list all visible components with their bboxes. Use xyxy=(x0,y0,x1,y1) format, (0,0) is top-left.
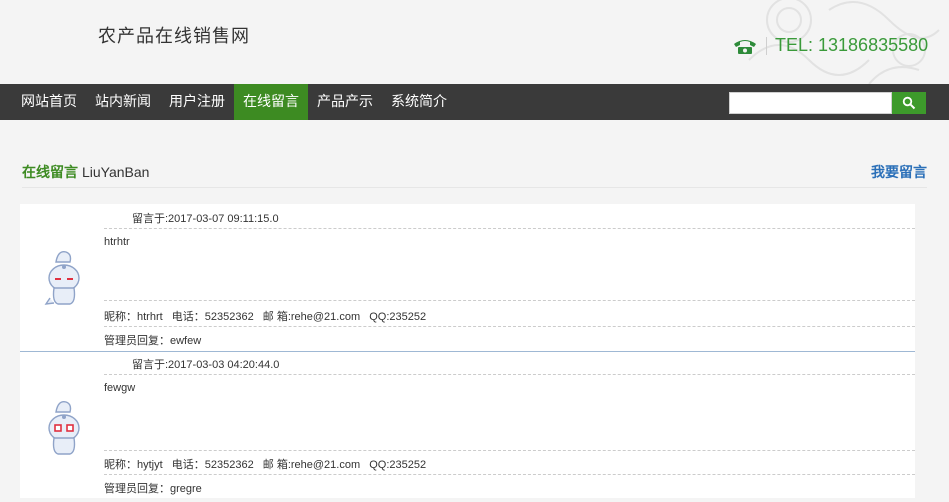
phone: 电话：52352362 xyxy=(171,459,254,471)
message-contact-info: 昵称：htrhrt 电话：52352362 邮 箱:rehe@21.com QQ… xyxy=(104,308,915,324)
admin-reply: 管理员回复：ewfew xyxy=(104,335,202,347)
qq: QQ:235252 xyxy=(369,459,427,471)
phone-divider xyxy=(766,36,767,55)
avatar xyxy=(48,401,80,455)
tel-number: TEL: 13186835580 xyxy=(775,35,929,55)
site-title: 农产品在线销售网 xyxy=(98,26,250,47)
message-content: fewgw xyxy=(104,382,136,394)
nav-items: 网站首页 站内新闻 用户注册 在线留言 产品产示 系统简介 xyxy=(12,84,456,120)
section-title-cn: 在线留言 xyxy=(22,165,78,181)
divider xyxy=(104,228,915,229)
section-header: 在线留言 LiuYanBan 我要留言 xyxy=(22,160,927,188)
message-list: 留言于:2017-03-07 09:11:15.0 htrhtr 昵称：htrh… xyxy=(20,204,915,498)
qq: QQ:235252 xyxy=(369,311,427,323)
telephone-icon xyxy=(734,39,756,54)
message-contact-info: 昵称：hytjyt 电话：52352362 邮 箱:rehe@21.com QQ… xyxy=(104,456,915,472)
message-item: 留言于:2017-03-03 04:20:44.0 fewgw 昵称：hytjy… xyxy=(20,352,915,498)
email: 邮 箱:rehe@21.com xyxy=(262,459,361,471)
nav-item-home[interactable]: 网站首页 xyxy=(12,84,86,120)
site-header: 农产品在线销售网 TEL: 13186835580 xyxy=(0,0,949,84)
divider xyxy=(104,450,915,451)
message-content: htrhtr xyxy=(104,236,130,248)
nav-item-products[interactable]: 产品产示 xyxy=(308,84,382,120)
nav-item-news[interactable]: 站内新闻 xyxy=(86,84,160,120)
search-input[interactable] xyxy=(729,92,892,114)
message-item: 留言于:2017-03-07 09:11:15.0 htrhtr 昵称：htrh… xyxy=(20,204,915,352)
divider xyxy=(104,374,915,375)
message-time: 留言于:2017-03-07 09:11:15.0 xyxy=(132,213,279,225)
nav-item-about[interactable]: 系统简介 xyxy=(382,84,456,120)
avatar xyxy=(44,251,80,305)
nav-item-guestbook[interactable]: 在线留言 xyxy=(234,84,308,120)
section-title: 在线留言 LiuYanBan xyxy=(22,162,149,182)
nav-item-register[interactable]: 用户注册 xyxy=(160,84,234,120)
divider xyxy=(104,326,915,327)
leave-message-link[interactable]: 我要留言 xyxy=(871,162,927,182)
nickname: 昵称：htrhrt xyxy=(104,311,163,323)
phone: 电话：52352362 xyxy=(171,311,254,323)
contact-phone: TEL: 13186835580 xyxy=(732,35,928,56)
search-button[interactable] xyxy=(892,92,926,114)
divider xyxy=(104,474,915,475)
search-icon xyxy=(902,96,916,110)
nickname: 昵称：hytjyt xyxy=(104,459,163,471)
admin-reply: 管理员回复：gregre xyxy=(104,483,202,495)
divider xyxy=(104,300,915,301)
section-title-en: LiuYanBan xyxy=(82,164,150,180)
email: 邮 箱:rehe@21.com xyxy=(262,311,361,323)
message-time: 留言于:2017-03-03 04:20:44.0 xyxy=(132,359,280,371)
